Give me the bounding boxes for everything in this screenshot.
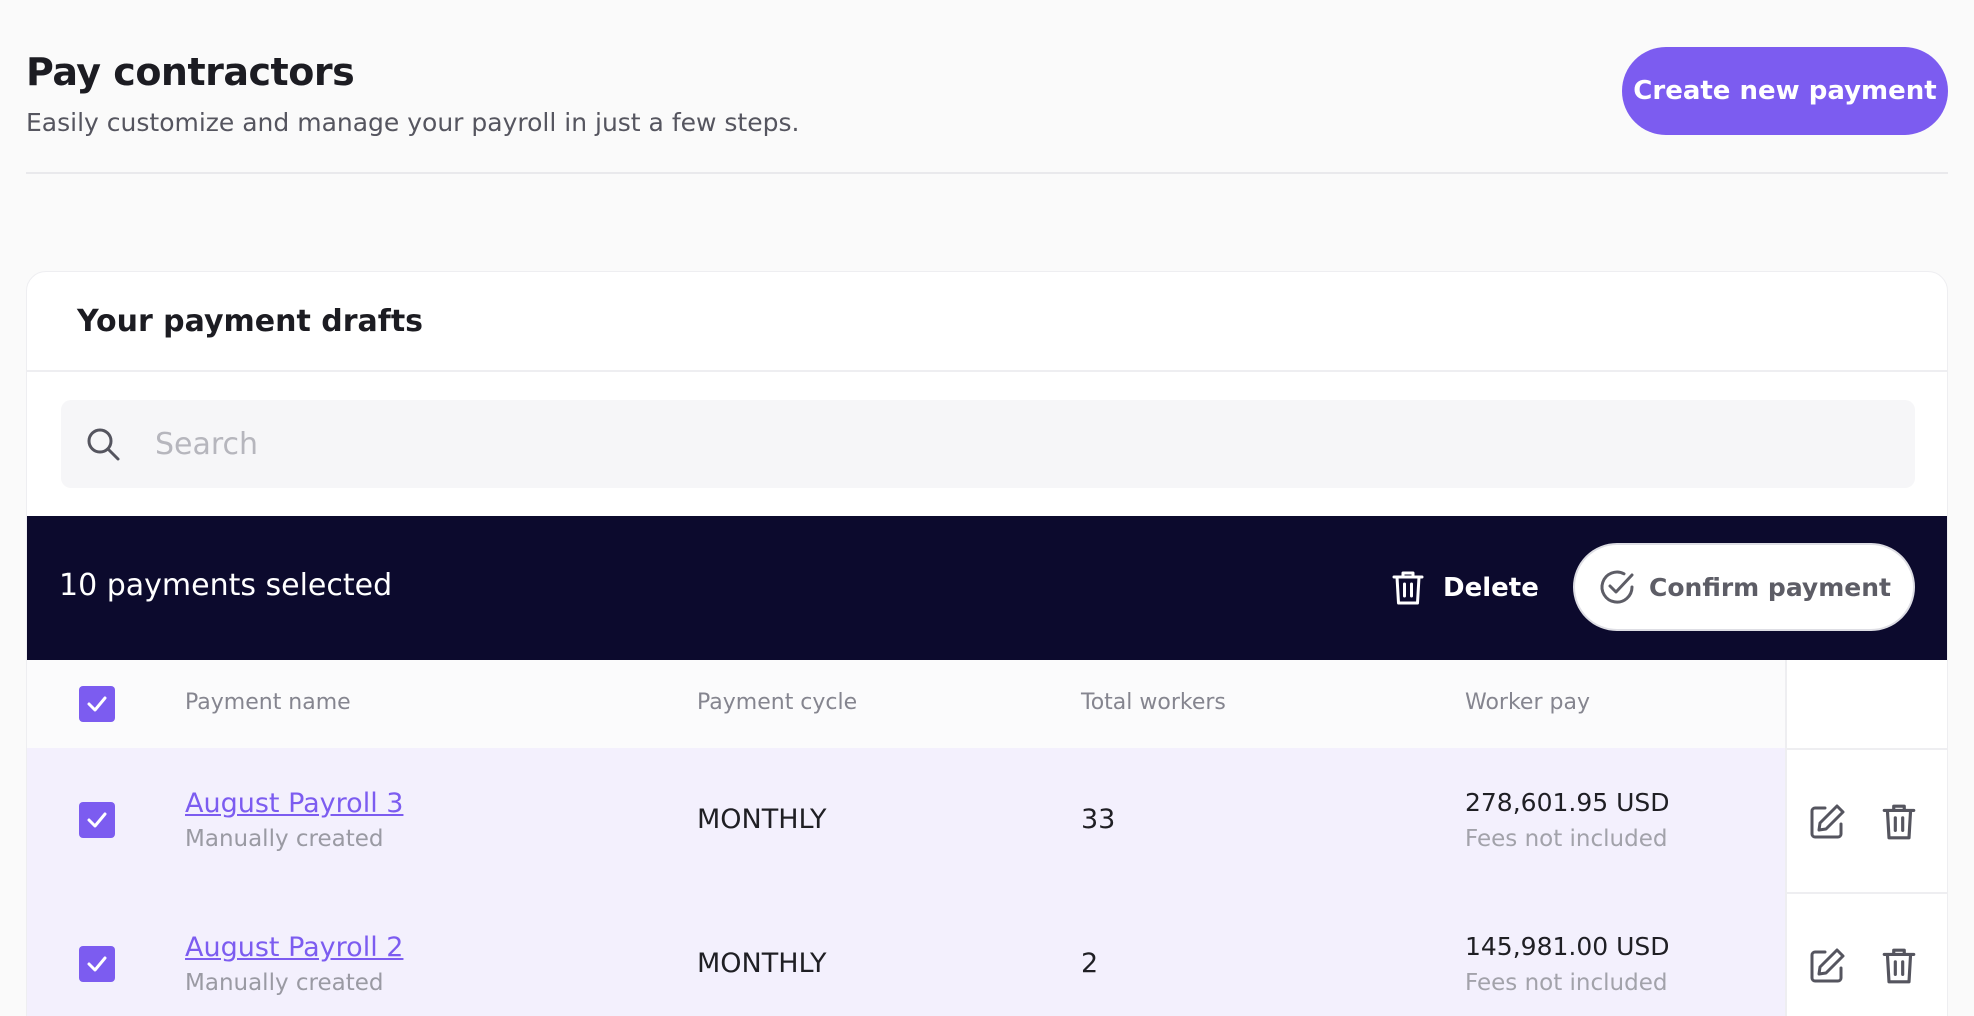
bulk-selection-bar: 10 payments selected Delete Confirm paym… — [27, 516, 1947, 660]
table-row: August Payroll 2 Manually created MONTHL… — [27, 892, 1947, 1016]
trash-icon — [1392, 571, 1424, 605]
divider — [27, 370, 1947, 372]
confirm-payment-button[interactable]: Confirm payment — [1573, 543, 1915, 631]
edit-icon[interactable] — [1807, 802, 1847, 842]
checkmark-icon — [87, 696, 107, 712]
worker-pay-amount: 278,601.95 USD — [1465, 788, 1670, 817]
card-title: Your payment drafts — [77, 304, 424, 339]
trash-icon[interactable] — [1879, 946, 1919, 986]
selected-count: 10 payments selected — [59, 568, 393, 603]
delete-label: Delete — [1443, 573, 1539, 603]
payment-cycle: MONTHLY — [697, 804, 827, 835]
column-header-payment-name[interactable]: Payment name — [185, 690, 351, 715]
row-actions — [1785, 892, 1947, 1016]
row-checkbox[interactable] — [79, 946, 115, 982]
table-row: August Payroll 3 Manually created MONTHL… — [27, 748, 1947, 892]
worker-pay-amount: 145,981.00 USD — [1465, 932, 1670, 961]
payment-cycle: MONTHLY — [697, 948, 827, 979]
row-checkbox[interactable] — [79, 802, 115, 838]
column-header-payment-cycle[interactable]: Payment cycle — [697, 690, 857, 715]
search-box[interactable] — [61, 400, 1915, 488]
page-subtitle: Easily customize and manage your payroll… — [26, 108, 800, 137]
row-actions — [1785, 748, 1947, 892]
search-input[interactable] — [155, 400, 1875, 488]
fees-note: Fees not included — [1465, 826, 1668, 852]
page-title: Pay contractors — [26, 50, 355, 94]
select-all-checkbox[interactable] — [79, 686, 115, 722]
edit-icon[interactable] — [1807, 946, 1847, 986]
payment-name-link[interactable]: August Payroll 2 — [185, 932, 403, 963]
total-workers: 33 — [1081, 804, 1116, 835]
bulk-delete-button[interactable]: Delete — [1391, 562, 1539, 614]
payment-source: Manually created — [185, 970, 384, 996]
confirm-label: Confirm payment — [1649, 572, 1891, 602]
check-circle-icon — [1600, 570, 1634, 604]
search-icon — [87, 428, 120, 461]
actions-column-header — [1785, 660, 1947, 748]
page-header: Pay contractors Easily customize and man… — [26, 0, 1948, 174]
column-header-total-workers[interactable]: Total workers — [1081, 690, 1226, 715]
total-workers: 2 — [1081, 948, 1099, 979]
checkmark-icon — [87, 956, 107, 972]
table-header: Payment name Payment cycle Total workers… — [27, 660, 1947, 748]
payment-source: Manually created — [185, 826, 384, 852]
checkmark-icon — [87, 812, 107, 828]
payment-name-link[interactable]: August Payroll 3 — [185, 788, 403, 819]
payment-drafts-card: Your payment drafts 10 payments selected… — [26, 271, 1948, 1016]
column-header-worker-pay[interactable]: Worker pay — [1465, 690, 1590, 715]
create-new-payment-button[interactable]: Create new payment — [1622, 47, 1948, 135]
fees-note: Fees not included — [1465, 970, 1668, 996]
trash-icon[interactable] — [1879, 802, 1919, 842]
